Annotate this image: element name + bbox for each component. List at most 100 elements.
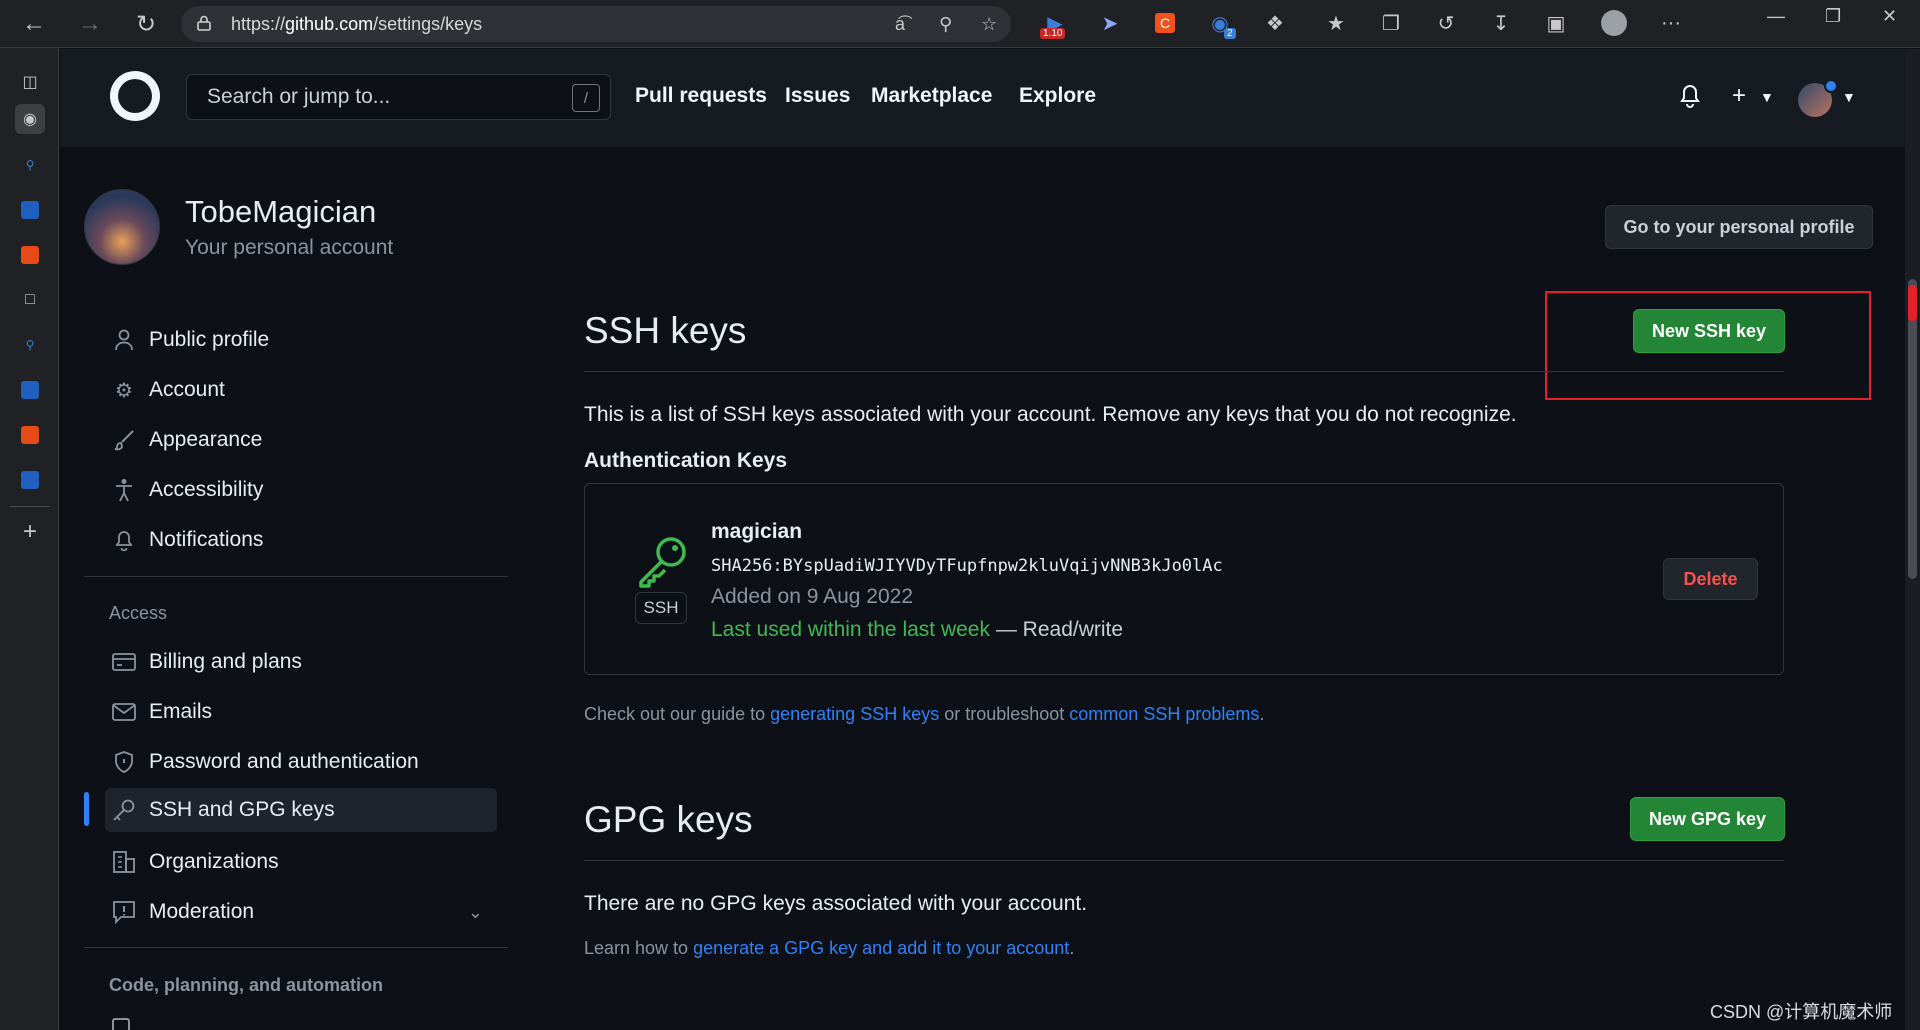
reload-icon[interactable]: ↻ bbox=[126, 4, 166, 44]
common-ssh-problems-link[interactable]: common SSH problems bbox=[1069, 704, 1259, 724]
new-gpg-key-button[interactable]: New GPG key bbox=[1630, 797, 1785, 841]
tab-actions-icon[interactable]: ◫ bbox=[15, 67, 45, 97]
mail-icon bbox=[109, 703, 139, 721]
menu-billing[interactable]: Billing and plans bbox=[105, 640, 497, 684]
menu-account[interactable]: ⚙ Account bbox=[105, 368, 497, 412]
gpg-keys-description: There are no GPG keys associated with yo… bbox=[584, 892, 1088, 915]
side-tabs-divider bbox=[10, 506, 50, 507]
download-icon[interactable]: ↧ bbox=[1488, 10, 1514, 36]
organization-icon bbox=[109, 850, 139, 874]
minimize-icon[interactable]: — bbox=[1767, 6, 1785, 27]
profile-avatar[interactable] bbox=[84, 189, 160, 265]
notification-bell-icon[interactable] bbox=[1678, 82, 1702, 115]
zoom-icon[interactable]: ⚲ bbox=[939, 14, 952, 35]
key-icon-green bbox=[635, 534, 691, 590]
credit-card-icon bbox=[109, 653, 139, 671]
extension-badge-count: 2 bbox=[1224, 28, 1236, 39]
generating-ssh-keys-link[interactable]: generating SSH keys bbox=[770, 704, 939, 724]
menu-ssh-gpg-keys[interactable]: SSH and GPG keys bbox=[105, 788, 497, 832]
watermark: CSDN @计算机魔术师 bbox=[1710, 1002, 1893, 1022]
tab-zhihu-icon-2[interactable] bbox=[15, 375, 45, 405]
tab-zhihu-icon[interactable] bbox=[15, 195, 45, 225]
menu-notifications[interactable]: Notifications bbox=[105, 518, 497, 562]
tab-csdn-icon-2[interactable] bbox=[15, 420, 45, 450]
browser-side-tabs: ◫ ◉ ⚲ □ ⚲ + bbox=[0, 48, 59, 1030]
search-shortcut-key: / bbox=[572, 84, 600, 112]
extensions-puzzle-icon[interactable]: ❖ bbox=[1262, 10, 1288, 36]
close-icon[interactable]: ✕ bbox=[1882, 6, 1897, 27]
browser-profile-icon[interactable] bbox=[1601, 10, 1627, 36]
menu-accessibility[interactable]: Accessibility bbox=[105, 468, 497, 512]
authentication-keys-heading: Authentication Keys bbox=[584, 449, 788, 472]
nav-issues[interactable]: Issues bbox=[785, 84, 850, 108]
restore-icon[interactable]: ❐ bbox=[1825, 6, 1841, 27]
chevron-down-icon[interactable]: ⌄ bbox=[468, 902, 483, 923]
menu-divider-2 bbox=[84, 947, 508, 948]
nav-pull-requests[interactable]: Pull requests bbox=[635, 84, 767, 108]
ssh-key-added-date: Added on 9 Aug 2022 bbox=[711, 585, 914, 608]
collections-icon[interactable]: ❐ bbox=[1378, 10, 1404, 36]
menu-organizations[interactable]: Organizations bbox=[105, 840, 497, 884]
bell-icon bbox=[109, 529, 139, 551]
generate-gpg-key-link[interactable]: generate a GPG key and add it to your ac… bbox=[693, 938, 1069, 958]
github-header: Search or jump to... / Pull requests Iss… bbox=[60, 49, 1905, 147]
github-logo-icon[interactable] bbox=[110, 71, 160, 121]
highlight-annotation-box bbox=[1545, 291, 1871, 400]
back-icon[interactable]: ← bbox=[14, 4, 54, 44]
ssh-key-name: magician bbox=[711, 520, 803, 543]
favorites-icon[interactable]: ★ bbox=[1323, 10, 1349, 36]
accessibility-icon bbox=[109, 478, 139, 502]
tab-search-icon[interactable]: ⚲ bbox=[15, 150, 45, 180]
extension-badge: 1.10 bbox=[1040, 28, 1066, 39]
menu-heading-code: Code, planning, and automation bbox=[109, 975, 383, 995]
menu-password-authentication[interactable]: Password and authentication bbox=[105, 740, 497, 784]
history-icon[interactable]: ↺ bbox=[1433, 10, 1459, 36]
gear-icon: ⚙ bbox=[115, 379, 133, 402]
profile-name[interactable]: TobeMagician bbox=[185, 194, 376, 230]
scrollbar-marker bbox=[1908, 285, 1917, 321]
go-to-profile-button[interactable]: Go to your personal profile bbox=[1605, 205, 1873, 249]
menu-moderation[interactable]: Moderation ⌄ bbox=[105, 890, 497, 934]
repositories-icon bbox=[112, 1018, 130, 1030]
create-new-plus-icon[interactable]: + bbox=[1732, 82, 1746, 110]
tab-document-icon[interactable]: □ bbox=[15, 285, 45, 315]
menu-public-profile[interactable]: Public profile bbox=[105, 318, 497, 362]
more-icon[interactable]: ··· bbox=[1658, 10, 1684, 36]
new-tab-icon[interactable]: + bbox=[15, 517, 45, 547]
screenshot-icon[interactable]: ▣ bbox=[1543, 10, 1569, 36]
search-placeholder: Search or jump to... bbox=[207, 85, 391, 108]
read-aloud-icon[interactable]: a͡ bbox=[895, 14, 905, 35]
nav-explore[interactable]: Explore bbox=[1019, 84, 1096, 108]
avatar-chevron-down-icon[interactable]: ▼ bbox=[1842, 89, 1856, 105]
lock-icon bbox=[197, 15, 213, 33]
nav-marketplace[interactable]: Marketplace bbox=[871, 84, 992, 108]
ssh-keys-title: SSH keys bbox=[584, 310, 747, 351]
paintbrush-icon bbox=[109, 429, 139, 451]
report-icon bbox=[109, 900, 139, 924]
delete-ssh-key-button[interactable]: Delete bbox=[1663, 558, 1758, 600]
person-icon bbox=[109, 329, 139, 351]
search-input[interactable]: Search or jump to... / bbox=[186, 74, 611, 120]
url-text: https://github.com/settings/keys bbox=[231, 13, 483, 34]
status-dot bbox=[1824, 79, 1838, 93]
address-bar[interactable]: https://github.com/settings/keys a͡ ⚲ ☆ bbox=[181, 6, 1011, 42]
browser-toolbar: ← → ↻ https://github.com/settings/keys a… bbox=[0, 0, 1920, 48]
extension-csdn-icon[interactable]: C bbox=[1152, 10, 1178, 36]
tab-search-icon-2[interactable]: ⚲ bbox=[15, 330, 45, 360]
ssh-help-text: Check out our guide to generating SSH ke… bbox=[584, 704, 1265, 724]
page-scrollbar[interactable] bbox=[1905, 49, 1920, 1030]
menu-emails[interactable]: Emails bbox=[105, 690, 497, 734]
ssh-key-fingerprint: SHA256:BYspUadiWJIYVDyTFupfnpw2kluVqijvN… bbox=[711, 556, 1223, 576]
forward-icon[interactable]: → bbox=[70, 4, 110, 44]
tab-github-icon[interactable]: ◉ bbox=[15, 104, 45, 134]
tab-zhihu-icon-3[interactable] bbox=[15, 465, 45, 495]
create-chevron-down-icon[interactable]: ▼ bbox=[1760, 89, 1774, 105]
add-favorite-icon[interactable]: ☆ bbox=[981, 14, 997, 35]
shield-icon bbox=[109, 751, 139, 773]
ssh-keys-description: This is a list of SSH keys associated wi… bbox=[584, 403, 1517, 426]
tab-csdn-icon[interactable] bbox=[15, 240, 45, 270]
scrollbar-thumb[interactable] bbox=[1908, 279, 1917, 579]
menu-appearance[interactable]: Appearance bbox=[105, 418, 497, 462]
extension-cursor-icon[interactable]: ➤ bbox=[1097, 10, 1123, 36]
gpg-keys-title: GPG keys bbox=[584, 799, 753, 840]
